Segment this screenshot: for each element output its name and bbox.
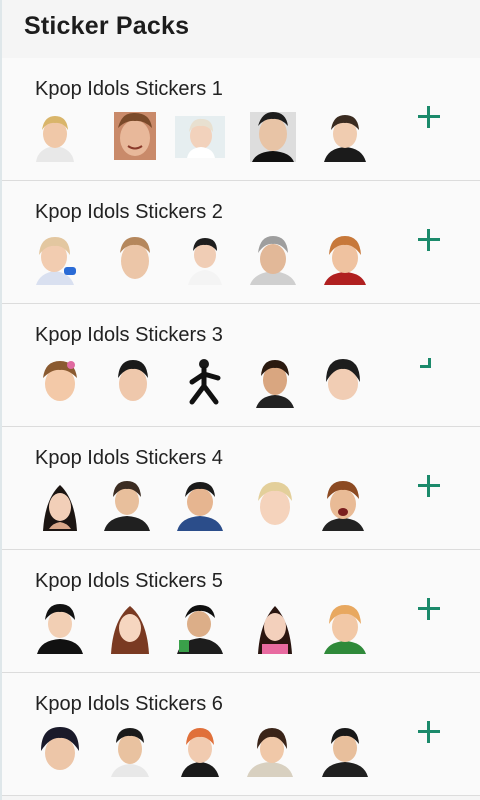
sticker-thumbnail bbox=[324, 605, 366, 654]
sticker-thumbnail bbox=[120, 237, 150, 279]
sticker-thumbnail bbox=[250, 236, 296, 285]
app-header: Sticker Packs bbox=[2, 0, 480, 52]
sticker-thumbnail bbox=[258, 482, 292, 525]
sticker-thumbnail bbox=[177, 482, 223, 531]
sticker-pack-row[interactable]: Kpop Idols Stickers 1 bbox=[2, 58, 480, 181]
sticker-thumbnail bbox=[250, 112, 296, 162]
sticker-thumbnail bbox=[111, 728, 149, 777]
sticker-thumbnail bbox=[41, 727, 79, 770]
sticker-preview-strip bbox=[30, 602, 390, 658]
sticker-thumbnail bbox=[177, 605, 223, 654]
pack-name: Kpop Idols Stickers 3 bbox=[35, 324, 223, 346]
sticker-pack-row[interactable]: Kpop Idols Stickers 3 bbox=[2, 304, 480, 427]
sticker-thumbnail bbox=[118, 360, 148, 401]
add-pack-button[interactable] bbox=[414, 225, 444, 255]
sticker-preview-strip bbox=[30, 356, 390, 412]
sticker-thumbnail bbox=[256, 360, 294, 408]
sticker-preview-strip bbox=[30, 725, 390, 781]
page-title: Sticker Packs bbox=[24, 11, 190, 40]
sticker-thumbnail bbox=[322, 728, 368, 777]
add-pack-button[interactable] bbox=[414, 594, 444, 624]
sticker-thumbnail bbox=[322, 481, 364, 531]
add-pack-button[interactable] bbox=[414, 717, 444, 747]
sticker-thumbnail bbox=[111, 606, 149, 654]
sticker-thumbnail bbox=[188, 238, 222, 285]
sticker-thumbnail bbox=[326, 359, 360, 400]
sticker-thumbnail bbox=[324, 115, 366, 162]
sticker-thumbnail bbox=[36, 116, 74, 162]
sticker-preview-strip bbox=[30, 233, 390, 289]
pack-name: Kpop Idols Stickers 5 bbox=[35, 570, 223, 592]
sticker-packs-screen: Sticker Packs Kpop Idols Stickers 1 Kpop… bbox=[0, 0, 480, 800]
sticker-thumbnail bbox=[36, 237, 76, 285]
sticker-thumbnail bbox=[43, 485, 77, 531]
add-pack-button[interactable] bbox=[414, 102, 444, 132]
plus-icon bbox=[420, 365, 430, 368]
sticker-pack-row[interactable]: Kpop Idols Stickers 2 bbox=[2, 181, 480, 304]
sticker-pack-row[interactable]: Kpop Idols Stickers 5 bbox=[2, 550, 480, 673]
add-pack-button[interactable] bbox=[414, 348, 444, 378]
pack-name: Kpop Idols Stickers 6 bbox=[35, 693, 223, 715]
pack-name: Kpop Idols Stickers 1 bbox=[35, 78, 223, 100]
sticker-thumbnail bbox=[324, 236, 366, 285]
sticker-preview-strip bbox=[30, 110, 390, 166]
sticker-thumbnail bbox=[181, 728, 219, 777]
sticker-thumbnail bbox=[175, 116, 225, 158]
sticker-thumbnail bbox=[247, 728, 293, 777]
sticker-thumbnail bbox=[258, 606, 292, 654]
sticker-thumbnail bbox=[37, 604, 83, 654]
sticker-pack-row[interactable]: Kpop Idols Stickers 4 bbox=[2, 427, 480, 550]
add-pack-button[interactable] bbox=[414, 471, 444, 501]
sticker-pack-row[interactable]: Kpop Idols Stickers 6 bbox=[2, 673, 480, 796]
sticker-thumbnail bbox=[114, 112, 156, 160]
sticker-thumbnail bbox=[43, 361, 77, 401]
pack-name: Kpop Idols Stickers 4 bbox=[35, 447, 223, 469]
sticker-preview-strip bbox=[30, 479, 390, 535]
pack-name: Kpop Idols Stickers 2 bbox=[35, 201, 223, 223]
sticker-thumbnail bbox=[104, 481, 150, 531]
sticker-thumbnail bbox=[189, 359, 221, 405]
